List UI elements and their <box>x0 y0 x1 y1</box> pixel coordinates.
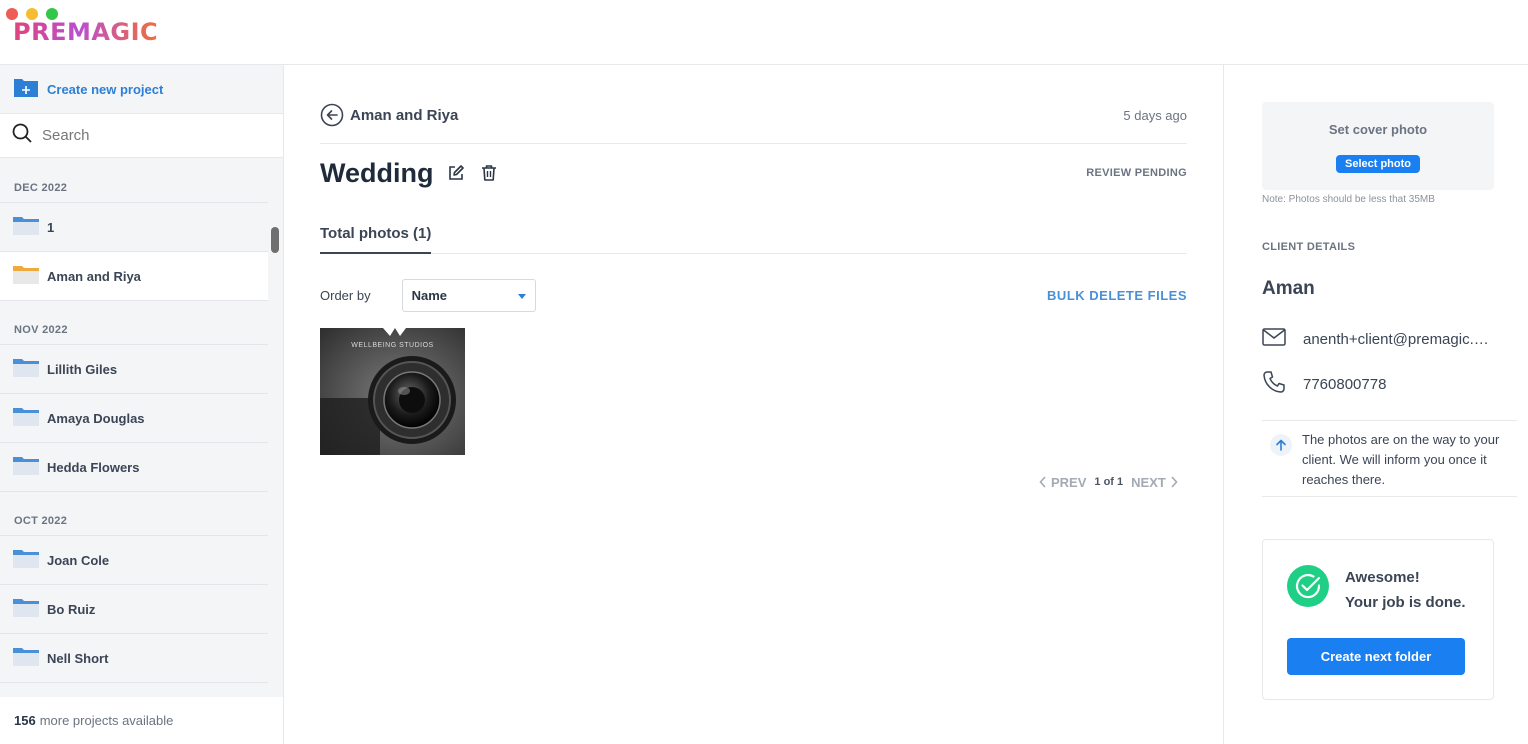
more-projects-text: more projects available <box>39 713 174 728</box>
order-by-value: Name <box>411 288 447 303</box>
minimize-window-button[interactable] <box>26 8 38 20</box>
folder-icon <box>13 358 39 381</box>
status-badge: REVIEW PENDING <box>1086 167 1187 179</box>
project-name: Amaya Douglas <box>47 410 145 426</box>
project-item[interactable]: Lillith Giles <box>0 345 268 394</box>
right-panel: Set cover photo Select photo Note: Photo… <box>1225 65 1528 744</box>
more-projects-count: 156 <box>14 713 36 728</box>
title-row: Wedding REVIEW PENDING <box>320 153 1187 193</box>
pagination: PREV 1 of 1 NEXT <box>1039 474 1178 490</box>
client-name: Aman <box>1262 278 1315 299</box>
main-content: Aman and Riya 5 days ago Wedding REVIEW … <box>284 65 1224 744</box>
time-ago: 5 days ago <box>1123 108 1187 123</box>
project-name: Bo Ruiz <box>47 601 96 617</box>
project-item[interactable]: Bo Ruiz <box>0 585 268 634</box>
delivery-status: The photos are on the way to your client… <box>1262 420 1517 497</box>
group-heading: OCT 2022 <box>0 492 268 536</box>
bulk-delete-button[interactable]: BULK DELETE FILES <box>1047 288 1187 303</box>
project-name: Nell Short <box>47 650 109 666</box>
project-list: DEC 2022 1 Aman and Riya NOV 2022 Lillit… <box>0 159 268 699</box>
project-name: Hedda Flowers <box>47 459 140 475</box>
client-details-heading: CLIENT DETAILS <box>1262 241 1356 253</box>
group-heading: DEC 2022 <box>0 159 268 203</box>
prev-page-button[interactable]: PREV <box>1039 475 1086 490</box>
folder-icon <box>13 407 39 430</box>
client-email[interactable]: anenth+client@premagic.com <box>1303 331 1495 348</box>
folder-icon <box>13 216 39 239</box>
search-bar <box>0 114 283 158</box>
client-email-row: anenth+client@premagic.com <box>1262 327 1495 351</box>
maximize-window-button[interactable] <box>46 8 58 20</box>
folder-icon <box>13 456 39 479</box>
cover-photo-note: Note: Photos should be less that 35MB <box>1262 194 1435 205</box>
folder-icon <box>13 598 39 621</box>
back-arrow-icon <box>320 103 344 132</box>
client-phone[interactable]: 7760800778 <box>1303 376 1495 393</box>
tabs-row: Total photos (1) <box>320 215 1187 254</box>
next-page-button[interactable]: NEXT <box>1131 475 1178 490</box>
prev-label: PREV <box>1051 474 1087 490</box>
order-by-select[interactable]: Name <box>401 279 536 312</box>
group-heading: NOV 2022 <box>0 301 268 345</box>
chevron-left-icon <box>1039 476 1046 488</box>
new-folder-icon <box>13 76 39 103</box>
select-photo-button[interactable]: Select photo <box>1335 155 1420 173</box>
back-breadcrumb[interactable]: Aman and Riya <box>320 103 458 143</box>
create-new-project-button[interactable]: Create new project <box>0 65 283 114</box>
window-controls <box>6 8 58 20</box>
delivery-status-message: The photos are on the way to your client… <box>1302 432 1500 487</box>
search-input[interactable] <box>42 127 262 144</box>
chevron-down-icon <box>517 294 526 299</box>
project-item[interactable]: Nell Short <box>0 634 268 683</box>
project-name: Joan Cole <box>47 552 110 568</box>
more-projects-footer: 156 more projects available <box>0 697 283 744</box>
breadcrumb-label: Aman and Riya <box>350 107 459 124</box>
mail-icon <box>1262 327 1286 351</box>
check-circle-icon <box>1287 565 1329 607</box>
project-item[interactable]: Amaya Douglas <box>0 394 268 443</box>
top-bar: PREMAGIC <box>0 0 1528 65</box>
client-phone-row: 7760800778 <box>1262 370 1495 398</box>
edit-icon[interactable] <box>447 164 465 182</box>
done-title: Awesome! <box>1345 569 1420 586</box>
next-label: NEXT <box>1131 474 1166 490</box>
project-name: 1 <box>47 219 55 235</box>
folder-icon <box>13 647 39 670</box>
search-icon <box>12 123 32 148</box>
cover-photo-title: Set cover photo <box>1328 122 1428 137</box>
project-item[interactable]: 1 <box>0 203 268 252</box>
close-window-button[interactable] <box>6 8 18 20</box>
done-subtitle: Your job is done. <box>1345 594 1466 611</box>
job-done-card: Awesome! Your job is done. Create next f… <box>1262 539 1494 700</box>
logo[interactable]: PREMAGIC <box>13 18 158 46</box>
folder-title: Wedding <box>320 157 434 188</box>
order-by-label: Order by <box>320 288 371 303</box>
upload-arrow-icon <box>1270 434 1292 456</box>
sidebar: Create new project DEC 2022 1 Aman and R… <box>0 65 284 744</box>
page-indicator: 1 of 1 <box>1094 476 1124 488</box>
folder-icon <box>13 549 39 572</box>
breadcrumb-row: Aman and Riya 5 days ago <box>320 103 1187 144</box>
tab-total-photos[interactable]: Total photos (1) <box>320 225 432 254</box>
project-name: Lillith Giles <box>47 361 118 377</box>
photo-watermark: WELLBEING STUDIOS <box>351 342 434 349</box>
chevron-right-icon <box>1171 476 1178 488</box>
create-next-folder-button[interactable]: Create next folder <box>1287 638 1465 675</box>
project-item[interactable]: Joan Cole <box>0 536 268 585</box>
folder-open-icon <box>13 265 39 288</box>
cover-photo-box: Set cover photo Select photo <box>1262 102 1494 190</box>
order-row: Order by Name BULK DELETE FILES <box>320 279 1187 312</box>
phone-icon <box>1262 370 1286 398</box>
project-item[interactable]: Hedda Flowers <box>0 443 268 492</box>
project-item-active[interactable]: Aman and Riya <box>0 252 268 301</box>
trash-icon[interactable] <box>481 164 497 182</box>
create-new-project-label: Create new project <box>47 81 164 97</box>
sidebar-scrollbar[interactable] <box>271 227 279 253</box>
photo-thumbnail[interactable]: WELLBEING STUDIOS <box>320 328 465 455</box>
project-name: Aman and Riya <box>47 268 141 284</box>
